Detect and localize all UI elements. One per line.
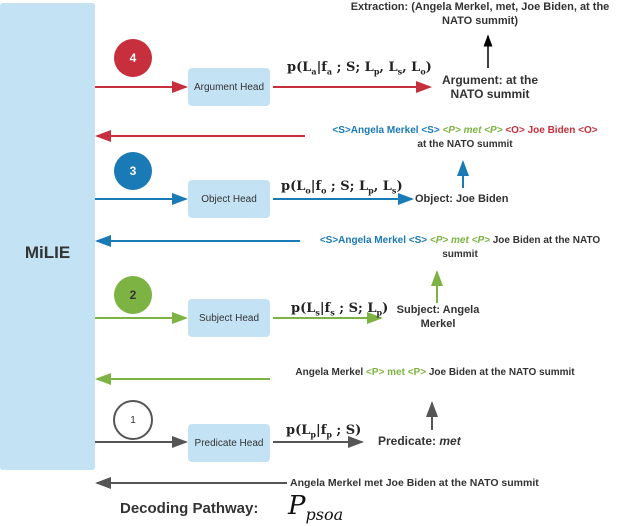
milie-model-block [0,3,95,470]
subject-head: Subject Head [188,299,270,337]
decoding-pathway-symbol: Ppsoa [288,491,344,525]
step-4-badge: 4 [114,39,152,77]
argument-output: Argument: at the NATO summit [442,73,538,101]
predicate-head: Predicate Head [188,424,270,462]
object-formula: p(Lo|fo ; S; Lp, Ls) [281,179,403,196]
object-input-sentence: <S>Angela Merkel <S> <P> met <P> Joe Bid… [319,235,601,260]
decoding-pathway-label: Decoding Pathway: [120,500,259,517]
step-3-badge: 3 [114,152,152,190]
predicate-formula: p(Lp|fp ; S) [286,423,362,440]
subject-formula: p(Ls|fs ; S; Lp) [291,301,389,318]
step-2-badge: 2 [114,276,152,314]
subject-output: Subject: Angela Merkel [396,304,480,330]
object-head: Object Head [188,180,270,218]
argument-formula: p(La|fa ; S; Lp, Ls, Lo) [287,60,432,77]
extraction-output: Extraction: (Angela Merkel, met, Joe Bid… [350,1,610,27]
milie-label: MiLIE [24,243,71,262]
argument-head: Argument Head [188,68,270,106]
subject-input-sentence: Angela Merkel <P> met <P> Joe Biden at t… [295,367,575,378]
predicate-input-sentence: Angela Merkel met Joe Biden at the NATO … [290,477,539,489]
argument-input-sentence: <S>Angela Merkel <S> <P> met <P> <O> Joe… [332,125,598,150]
predicate-output: Predicate: met [378,434,461,448]
object-output: Object: Joe Biden [415,193,509,205]
step-1-badge: 1 [113,400,153,440]
